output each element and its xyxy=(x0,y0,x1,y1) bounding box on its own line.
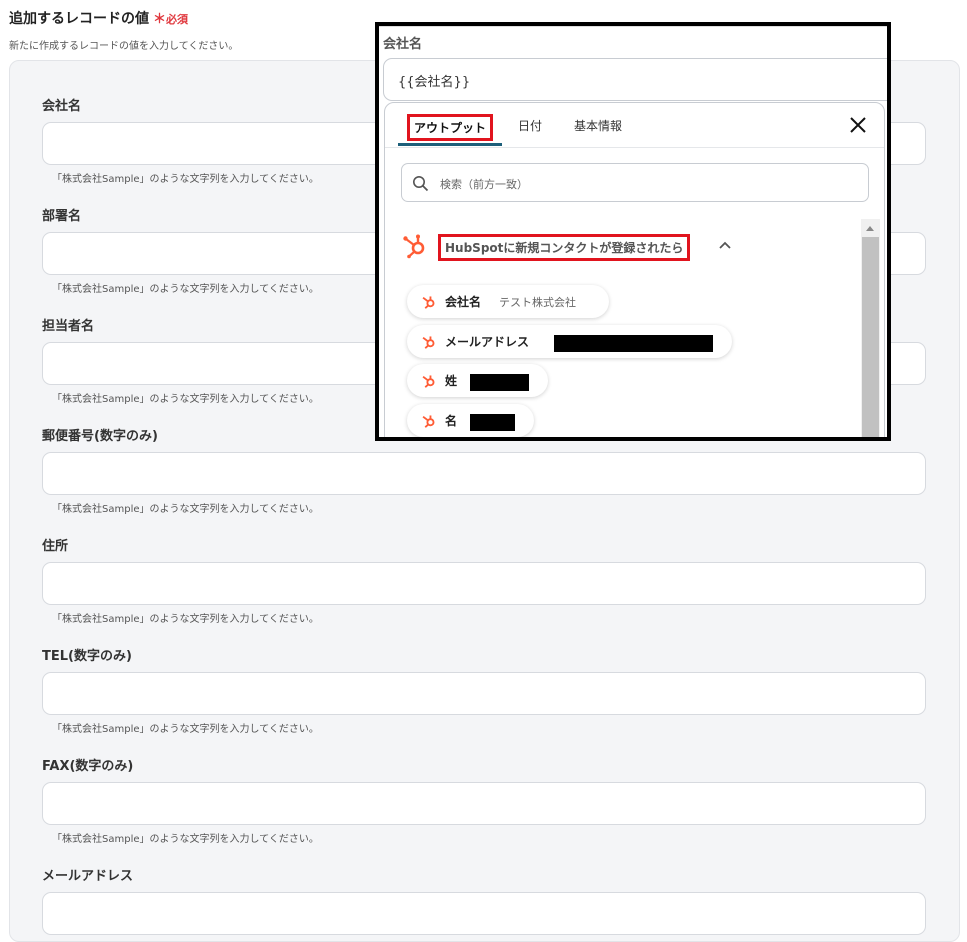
close-icon[interactable] xyxy=(847,114,869,136)
field-hint: 「株式会社Sample」のような文字列を入力してください。 xyxy=(52,504,319,515)
item-name: メールアドレス xyxy=(445,335,530,349)
active-tab-indicator xyxy=(398,143,502,146)
item-name: 会社名 xyxy=(445,295,482,309)
scroll-up-arrow-icon[interactable] xyxy=(866,226,874,231)
hubspot-icon xyxy=(422,296,435,309)
search-input[interactable]: 検索（前方一致） xyxy=(401,163,869,202)
tab-bar: アウトプット 日付 基本情報 xyxy=(385,103,884,148)
item-value: テスト株式会社 xyxy=(499,296,576,309)
fax-input[interactable] xyxy=(42,782,926,825)
field-label: メールアドレス xyxy=(42,869,134,884)
hubspot-icon xyxy=(403,234,425,259)
output-item-firstname[interactable]: 名 xyxy=(407,404,534,437)
hubspot-icon xyxy=(422,375,435,388)
chevron-up-icon xyxy=(719,241,731,249)
field-fax: FAX(数字のみ) 「株式会社Sample」のような文字列を入力してください。 xyxy=(42,755,926,845)
hubspot-icon xyxy=(422,336,435,349)
variable-picker-overlay: 会社名 {{会社名}} アウトプット 日付 基本情報 検索（前方一致） HubS… xyxy=(375,22,891,441)
redacted-value xyxy=(554,335,713,352)
hubspot-icon xyxy=(422,415,435,428)
field-label: TEL(数字のみ) xyxy=(42,649,132,664)
search-icon xyxy=(413,176,429,192)
output-item-company[interactable]: 会社名 テスト株式会社 xyxy=(407,285,609,318)
section-description: 新たに作成するレコードの値を入力してください。 xyxy=(9,41,239,52)
tel-input[interactable] xyxy=(42,672,926,715)
section-title-text: 追加するレコードの値 xyxy=(9,11,149,27)
variable-dropdown: アウトプット 日付 基本情報 検索（前方一致） HubSpotに新規コンタクトが… xyxy=(384,102,885,437)
divider xyxy=(379,26,887,27)
tab-output[interactable]: アウトプット xyxy=(407,114,494,141)
overlay-company-input[interactable]: {{会社名}} xyxy=(383,58,887,101)
address-input[interactable] xyxy=(42,562,926,605)
field-tel: TEL(数字のみ) 「株式会社Sample」のような文字列を入力してください。 xyxy=(42,645,926,735)
field-hint: 「株式会社Sample」のような文字列を入力してください。 xyxy=(52,834,319,845)
email-input[interactable] xyxy=(42,892,926,935)
tab-basic-info[interactable]: 基本情報 xyxy=(574,117,622,134)
group-title: HubSpotに新規コンタクトが登録されたら xyxy=(438,234,691,261)
tab-date[interactable]: 日付 xyxy=(518,117,542,134)
output-item-lastname[interactable]: 姓 xyxy=(407,364,548,397)
redacted-value xyxy=(470,374,529,391)
overlay-field-label: 会社名 xyxy=(383,37,423,52)
section-title: 追加するレコードの値 ＊必須 xyxy=(9,8,188,28)
field-label: FAX(数字のみ) xyxy=(42,759,134,774)
required-mark: ＊ xyxy=(153,12,167,27)
field-address: 住所 「株式会社Sample」のような文字列を入力してください。 xyxy=(42,535,926,625)
field-email: メールアドレス xyxy=(42,865,926,935)
scrollbar[interactable] xyxy=(861,219,880,437)
postal-input[interactable] xyxy=(42,452,926,495)
field-hint: 「株式会社Sample」のような文字列を入力してください。 xyxy=(52,724,319,735)
field-hint: 「株式会社Sample」のような文字列を入力してください。 xyxy=(52,614,319,625)
required-label: 必須 xyxy=(166,13,189,26)
output-item-email[interactable]: メールアドレス xyxy=(407,325,732,358)
scrollbar-thumb[interactable] xyxy=(862,237,879,437)
item-name: 名 xyxy=(445,414,458,428)
item-name: 姓 xyxy=(445,374,458,388)
field-label: 住所 xyxy=(42,539,69,554)
redacted-value xyxy=(470,414,515,431)
search-placeholder: 検索（前方一致） xyxy=(440,178,528,191)
